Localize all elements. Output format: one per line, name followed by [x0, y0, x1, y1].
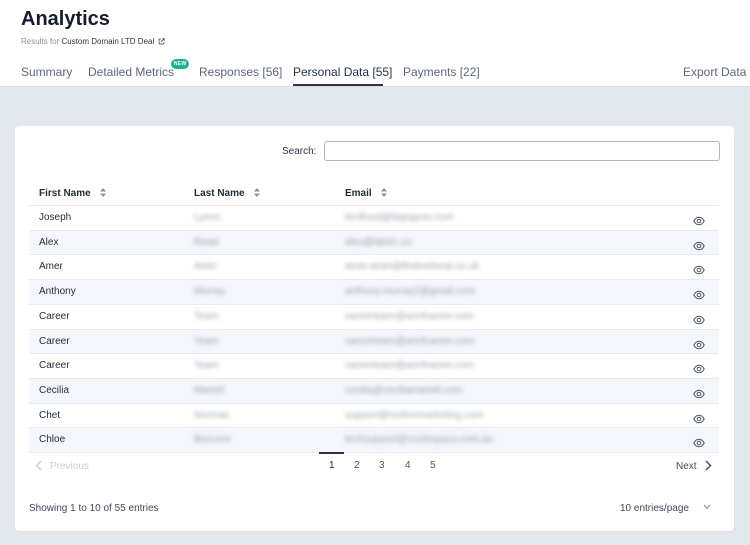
- tab-personal-data[interactable]: Personal Data [55]: [293, 65, 392, 79]
- tab-bar: Summary Detailed Metrics NEW Responses […: [0, 58, 750, 87]
- search-input[interactable]: [324, 141, 720, 161]
- email-cell: techsupport@ccolespace.com.au: [345, 434, 494, 446]
- current-page-indicator: [319, 452, 344, 454]
- export-data-button[interactable]: Export Data: [683, 65, 746, 79]
- eye-icon[interactable]: [693, 361, 705, 374]
- email-cell: cecilia@ceciliamartell.com: [345, 384, 463, 396]
- first-name-cell: Chloe: [39, 434, 66, 446]
- table-row: Chet Norman support@mclinemarketing.com: [29, 402, 719, 428]
- chevron-down-icon: [703, 504, 711, 510]
- email-cell: careerteam@aricfcareer.com: [345, 310, 475, 322]
- last-name-cell: Team: [194, 310, 219, 322]
- email-cell: support@mclinemarketing.com: [345, 409, 483, 421]
- table-row: Alex Read alex@lab41.co: [29, 229, 719, 255]
- last-name-cell: Team: [194, 335, 219, 347]
- tab-detailed-metrics[interactable]: Detailed Metrics: [88, 65, 174, 79]
- column-header-email[interactable]: Email: [345, 188, 388, 199]
- column-label: Last Name: [194, 188, 245, 199]
- eye-icon[interactable]: [693, 411, 705, 423]
- last-name-cell: Beevers: [194, 434, 231, 446]
- table-row: Chloe Beevers techsupport@ccolespace.com.a…: [29, 427, 719, 453]
- first-name-cell: Career: [39, 360, 70, 372]
- page-1[interactable]: 1: [329, 460, 335, 471]
- tab-payments[interactable]: Payments [22]: [403, 65, 480, 79]
- last-name-cell: Norman: [194, 409, 230, 421]
- table-row: Anthony Murray anthony.murray2@gmail.com: [29, 279, 719, 305]
- email-cell: anthony.murray2@gmail.com: [345, 286, 476, 298]
- last-name-cell: Team: [194, 360, 219, 372]
- new-badge: NEW: [171, 59, 190, 69]
- page-2[interactable]: 2: [354, 460, 360, 471]
- table-row: Career Team careerteam@aricfcareer.com: [29, 353, 719, 378]
- tab-summary[interactable]: Summary: [21, 65, 72, 79]
- sort-icon[interactable]: [100, 188, 107, 197]
- column-header-last-name[interactable]: Last Name: [194, 188, 261, 199]
- page-5[interactable]: 5: [430, 460, 436, 471]
- chevron-right-icon: [705, 460, 712, 471]
- entries-per-page-select[interactable]: 10 entries/page: [620, 503, 711, 514]
- page-title: Analytics: [21, 8, 110, 30]
- deal-name-link[interactable]: Custom Domain LTD Deal: [61, 37, 154, 46]
- eye-icon[interactable]: [693, 386, 705, 399]
- column-label: Email: [345, 188, 372, 199]
- active-tab-indicator: [293, 84, 383, 86]
- eye-icon[interactable]: [693, 262, 705, 275]
- column-header-first-name[interactable]: First Name: [39, 188, 107, 199]
- page-3[interactable]: 3: [379, 460, 385, 471]
- table-row: Joseph Lyons birdfood@fatpigeon.com: [29, 205, 719, 230]
- first-name-cell: Joseph: [39, 212, 72, 223]
- next-button[interactable]: Next: [676, 460, 712, 472]
- personal-data-card: Search: First Name Last Name Email Josep…: [15, 126, 734, 531]
- first-name-cell: Chet: [39, 409, 61, 421]
- chevron-left-icon: [35, 460, 42, 471]
- eye-icon[interactable]: [693, 312, 705, 325]
- column-label: First Name: [39, 188, 91, 199]
- next-label: Next: [676, 461, 697, 472]
- first-name-cell: Career: [39, 310, 70, 322]
- previous-label: Previous: [50, 461, 89, 472]
- previous-button[interactable]: Previous: [35, 460, 89, 472]
- email-cell: careerteam@aricfcareer.com: [345, 360, 475, 372]
- first-name-cell: Amer: [39, 261, 63, 273]
- email-cell: alex@lab41.co: [345, 236, 412, 248]
- first-name-cell: Cecilia: [39, 384, 70, 396]
- table-row: Career Team careerteam@aricfcareer.com: [29, 328, 719, 354]
- page-4[interactable]: 4: [405, 460, 411, 471]
- eye-icon[interactable]: [693, 287, 705, 300]
- email-cell: careerteam@aricfcareer.com: [345, 335, 475, 347]
- last-name-cell: Martell: [194, 384, 225, 396]
- page-header: Analytics Results for Custom Domain LTD …: [0, 0, 750, 87]
- first-name-cell: Alex: [39, 236, 59, 248]
- eye-icon[interactable]: [693, 435, 705, 448]
- last-name-cell: Lyons: [194, 212, 221, 223]
- sort-icon[interactable]: [381, 188, 388, 197]
- tab-responses[interactable]: Responses [56]: [199, 65, 282, 79]
- page-subtitle: Results for Custom Domain LTD Deal: [21, 37, 166, 46]
- first-name-cell: Career: [39, 335, 70, 347]
- per-page-value: 10 entries/page: [620, 503, 689, 514]
- subtitle-prefix: Results for: [21, 37, 60, 46]
- last-name-cell: Read: [194, 236, 218, 248]
- eye-icon[interactable]: [693, 213, 705, 226]
- sort-icon[interactable]: [254, 188, 261, 197]
- first-name-cell: Anthony: [39, 286, 76, 298]
- eye-icon[interactable]: [693, 238, 705, 250]
- search-label: Search:: [282, 146, 317, 157]
- email-cell: amer.amin@findmelocal.co.uk: [345, 261, 480, 273]
- table-row: Amer Amin amer.amin@findmelocal.co.uk: [29, 254, 719, 279]
- last-name-cell: Murray: [194, 286, 226, 298]
- last-name-cell: Amin: [194, 261, 217, 273]
- entries-summary: Showing 1 to 10 of 55 entries: [29, 503, 159, 514]
- table-row: Cecilia Martell cecilia@ceciliamartell.com: [29, 377, 719, 403]
- table-divider: [29, 452, 719, 453]
- email-cell: birdfood@fatpigeon.com: [345, 212, 455, 223]
- eye-icon[interactable]: [693, 337, 705, 349]
- external-link-icon[interactable]: [158, 38, 166, 45]
- table-row: Career Team careerteam@aricfcareer.com: [29, 303, 719, 329]
